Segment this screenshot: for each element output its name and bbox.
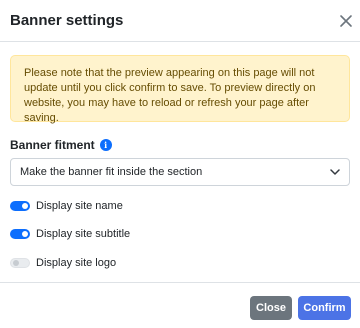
- preview-warning-alert: Please note that the preview appearing o…: [10, 55, 350, 124]
- toggle-knob: [22, 231, 28, 237]
- toggle-switch-site-logo[interactable]: [10, 258, 30, 268]
- toggle-display-site-subtitle[interactable]: Display site subtitle: [10, 227, 130, 241]
- toggle-switch-site-name[interactable]: [10, 201, 30, 211]
- chevron-down-icon: [330, 169, 340, 175]
- banner-fitment-selected-value: Make the banner fit inside the section: [20, 166, 203, 178]
- toggle-knob: [22, 203, 28, 209]
- banner-fitment-select[interactable]: Make the banner fit inside the section: [10, 158, 350, 186]
- toggle-display-site-logo[interactable]: Display site logo: [10, 256, 116, 270]
- modal-footer: Close Confirm: [0, 282, 360, 328]
- toggle-knob: [13, 260, 19, 266]
- close-icon[interactable]: [336, 11, 356, 31]
- close-button[interactable]: Close: [250, 296, 292, 320]
- toggle-label-site-subtitle: Display site subtitle: [36, 228, 131, 240]
- banner-fitment-label-text: Banner fitment: [10, 138, 95, 152]
- toggle-label-site-logo: Display site logo: [36, 257, 117, 269]
- info-icon[interactable]: i: [99, 139, 112, 151]
- toggle-switch-site-subtitle[interactable]: [10, 229, 30, 239]
- modal-header: Banner settings: [0, 0, 360, 42]
- banner-fitment-label: Banner fitment i: [10, 138, 112, 152]
- toggle-label-site-name: Display site name: [36, 200, 123, 212]
- banner-settings-modal: Banner settings Please note that the pre…: [0, 0, 360, 328]
- toggle-display-site-name[interactable]: Display site name: [10, 199, 123, 213]
- modal-title: Banner settings: [10, 12, 124, 29]
- confirm-button[interactable]: Confirm: [298, 296, 351, 320]
